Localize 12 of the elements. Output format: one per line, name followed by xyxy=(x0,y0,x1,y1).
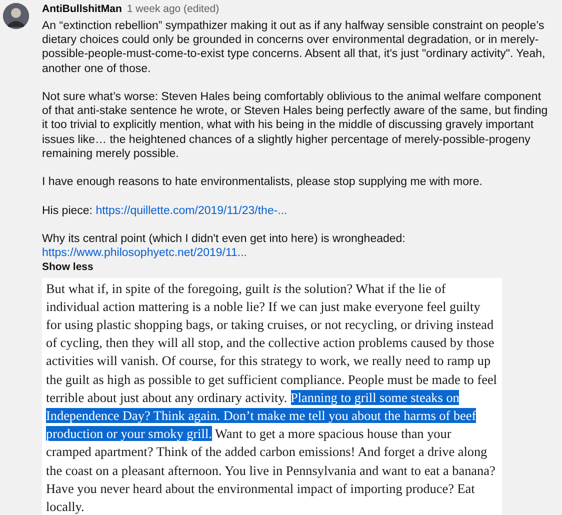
comment-paragraph: Not sure what’s worse: Steven Hales being comfortably oblivious to the animal welfare component of that anti-stake sentence he wrote, or Steven Hales being perfectly aware of the same, but finding it too trivial to explicitly mention, what with his being in the middle of discussing gravely important issues like… the heightened chances of a slightly higher percentage of merely-possible-progeny remaining merely possible. xyxy=(42,90,549,162)
comment-link[interactable]: https://www.philosophyetc.net/2019/11... xyxy=(42,246,553,260)
comment-paragraph: I have enough reasons to hate environmentalists, please stop supplying me with more. xyxy=(42,175,484,190)
quoted-excerpt: But what if, in spite of the foregoing, guilt is the solution? What if the lie of individual action mattering is a noble lie? If we can just make everyone feel guilty for using plastic shopping bags, or taking cruises, or not recycling, or driving instead of cycling, then they will all stop, and the collective action problems caused by those activities will vanish. Of course, for this strategy to work, we really need to ramp up the guilt as high as possible to get sufficient compliance. People must be made to feel terrible about just about any ordinary activity. Planning to grill some steaks on Independence Day? Think again. Don’t make me tell you about the harms of beef production or your smoky grill. Want to get a more spacious house than your cramped apartment? Think of the added carbon emissions! And forget a drive along the coast on a pleasant afternoon. You live in Pennsylvania and want to eat a banana? Have you never heard about the environmental impact of importing produce? Eat locally. xyxy=(42,278,502,515)
avatar xyxy=(3,3,29,29)
author-name[interactable]: AntiBullshitMan xyxy=(42,3,122,16)
comment-time: 1 week ago (edited) xyxy=(126,3,220,16)
show-less-link[interactable]: Show less xyxy=(42,261,94,274)
comment-paragraph: Why its central point (which I didn't even get into here) is wrongheaded: https://www.philosophyetc.net/2019/11... xyxy=(42,232,553,260)
comment-paragraph: An “extinction rebellion” sympathizer making it out as if any halfway sensible constraint on people’s dietary choices could only be grounded in concerns over environmental degradation, or in merely-possible-people-must-come-to-exist type concerns. Absent all that, it's just "ordinary activity". Yeah, another one of those. xyxy=(42,19,546,76)
comment-paragraph: His piece: https://quillette.com/2019/11/23/the-... xyxy=(42,204,288,218)
comment-link[interactable]: https://quillette.com/2019/11/23/the-... xyxy=(96,204,288,217)
